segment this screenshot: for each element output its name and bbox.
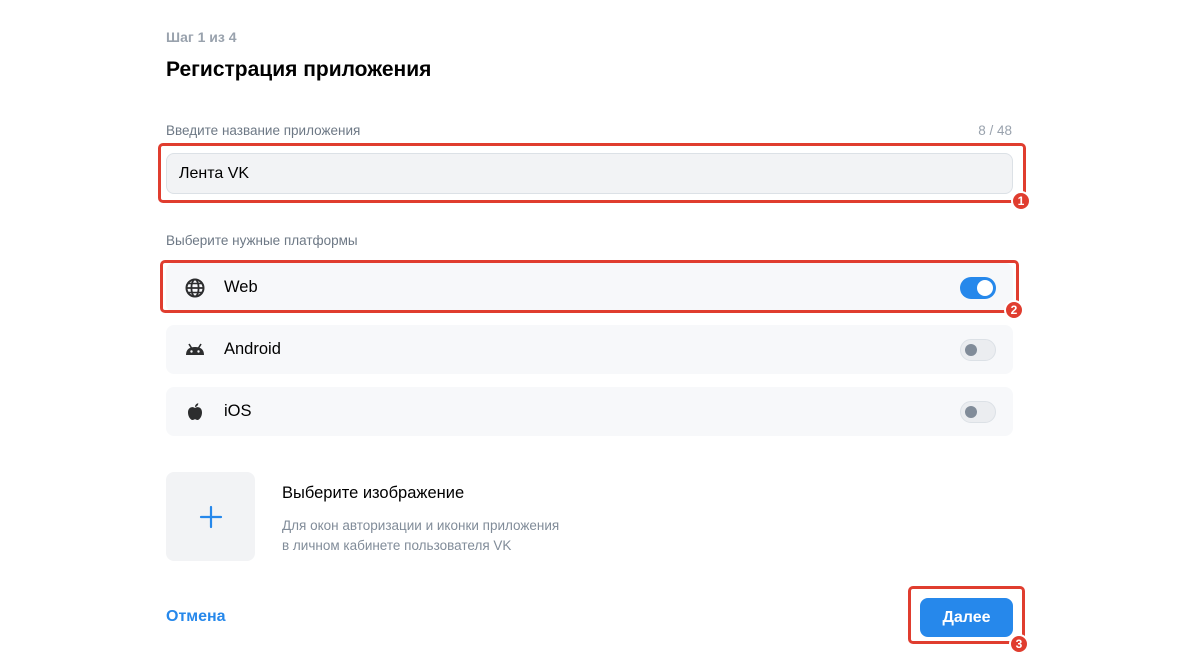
step-indicator: Шаг 1 из 4 <box>166 29 237 45</box>
platform-name-ios: iOS <box>224 402 252 420</box>
annotation-badge-2: 2 <box>1004 300 1024 320</box>
platforms-label: Выберите нужные платформы <box>166 233 358 248</box>
highlight-box-3 <box>908 586 1025 644</box>
image-upload-button[interactable] <box>166 472 255 561</box>
android-toggle[interactable] <box>960 339 996 361</box>
annotation-badge-3: 3 <box>1009 634 1029 654</box>
apple-icon <box>184 401 206 423</box>
image-desc-line2: в личном кабинете пользователя VK <box>282 538 512 553</box>
cancel-link[interactable]: Отмена <box>166 608 226 626</box>
toggle-knob <box>965 344 977 356</box>
android-icon <box>184 339 206 361</box>
platform-row-android: Android <box>166 325 1013 374</box>
image-upload-description: Для окон авторизации и иконки приложения… <box>282 516 559 556</box>
annotation-badge-1: 1 <box>1011 191 1031 211</box>
highlight-box-2 <box>160 260 1019 313</box>
image-desc-line1: Для окон авторизации и иконки приложения <box>282 518 560 533</box>
ios-toggle[interactable] <box>960 401 996 423</box>
platform-row-ios: iOS <box>166 387 1013 436</box>
highlight-box-1 <box>158 143 1026 203</box>
image-upload-title: Выберите изображение <box>282 484 465 502</box>
toggle-knob <box>965 406 977 418</box>
app-name-label: Введите название приложения <box>166 123 361 138</box>
page-title: Регистрация приложения <box>166 58 432 81</box>
platform-name-android: Android <box>224 340 281 358</box>
char-counter: 8 / 48 <box>978 123 1012 138</box>
